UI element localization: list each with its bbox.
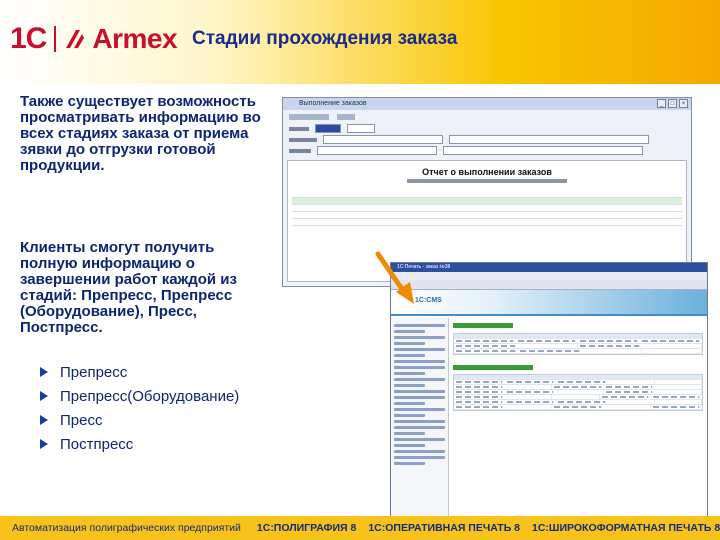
filter-row (283, 134, 691, 145)
list-item-label: Постпресс (60, 435, 134, 453)
portal-main (453, 321, 703, 521)
report-table (292, 191, 682, 226)
page-title: Стадии прохождения заказа (192, 28, 458, 49)
list-item: Препресс(Оборудование) (40, 384, 330, 408)
paragraph-clients: Клиенты смогут получить полную информаци… (20, 239, 237, 336)
field-label-placeholder (289, 137, 317, 142)
logo-1c: 1С (10, 22, 47, 55)
table-row (292, 198, 682, 205)
portal-sidebar (391, 318, 449, 521)
filter-row (283, 145, 691, 156)
window-controls: _ □ × (657, 99, 688, 108)
footer-tagline: Автоматизация полиграфических предприяти… (12, 522, 241, 534)
window-titlebar: Выполнение заказов _ □ × (283, 98, 691, 110)
order-heading-placeholder (453, 323, 513, 328)
pointer-arrow-icon (372, 250, 422, 310)
window-toolbar (283, 110, 691, 123)
table-row (292, 205, 682, 212)
period-start-field (315, 124, 341, 133)
report-subtitle-placeholder (407, 179, 567, 183)
browser-menubar (391, 272, 707, 280)
toolbar-placeholder (337, 114, 355, 120)
list-item: Постпресс (40, 432, 330, 456)
order-report-screenshot: Выполнение заказов _ □ × Отчет о выполне… (282, 97, 692, 287)
filter-field (443, 146, 643, 155)
order-info-table (453, 333, 703, 355)
browser-addressbar (391, 280, 707, 290)
stages-table (453, 374, 703, 411)
paragraph-intro: Также существует возможность просматрива… (20, 93, 261, 174)
footer-product: 1С:ОПЕРАТИВНАЯ ПЕЧАТЬ 8 (368, 522, 520, 534)
stages-heading-placeholder (453, 365, 533, 370)
filter-field (317, 146, 437, 155)
bullet-arrow-icon (40, 367, 48, 377)
toolbar-placeholder (289, 114, 329, 120)
table-row (292, 191, 682, 198)
header-bar: 1С Armex Стадии прохождения заказа (0, 0, 720, 84)
list-item: Препресс (40, 360, 330, 384)
footer-product: 1С:ШИРОКОФОРМАТНАЯ ПЕЧАТЬ 8 (532, 522, 720, 534)
bullet-arrow-icon (40, 391, 48, 401)
period-end-field (347, 124, 375, 133)
slide: 1С Armex Стадии прохождения заказа Также… (0, 0, 720, 540)
bullet-arrow-icon (40, 415, 48, 425)
field-label-placeholder (289, 126, 309, 131)
armex-mark-icon (64, 28, 86, 50)
list-item: Пресс (40, 408, 330, 432)
field-label-placeholder (289, 148, 311, 153)
stage-list: Препресс Препресс(Оборудование) Пресс По… (40, 360, 330, 456)
client-portal-screenshot: 1С:Печать - заказ №38 1С:CMS (390, 262, 708, 522)
logo-separator (54, 26, 57, 52)
table-row (292, 212, 682, 219)
list-item-label: Пресс (60, 411, 103, 429)
filter-field (323, 135, 443, 144)
footer-product: 1С:ПОЛИГРАФИЯ 8 (256, 522, 357, 534)
maximize-icon: □ (668, 99, 677, 108)
bullet-arrow-icon (40, 439, 48, 449)
browser-titlebar: 1С:Печать - заказ №38 (391, 263, 707, 272)
footer-bar: Автоматизация полиграфических предприяти… (0, 516, 720, 540)
minimize-icon: _ (657, 99, 666, 108)
period-row (283, 123, 691, 134)
list-item-label: Препресс (60, 363, 128, 381)
portal-banner: 1С:CMS (391, 290, 707, 316)
filter-field (449, 135, 649, 144)
brand-logo: 1С Armex (10, 22, 178, 56)
table-row (292, 219, 682, 226)
list-item-label: Препресс(Оборудование) (60, 387, 240, 405)
close-icon: × (679, 99, 688, 108)
window-title: Выполнение заказов (299, 100, 367, 107)
report-title: Отчет о выполнении заказов (422, 167, 552, 177)
logo-armex: Armex (92, 23, 178, 54)
